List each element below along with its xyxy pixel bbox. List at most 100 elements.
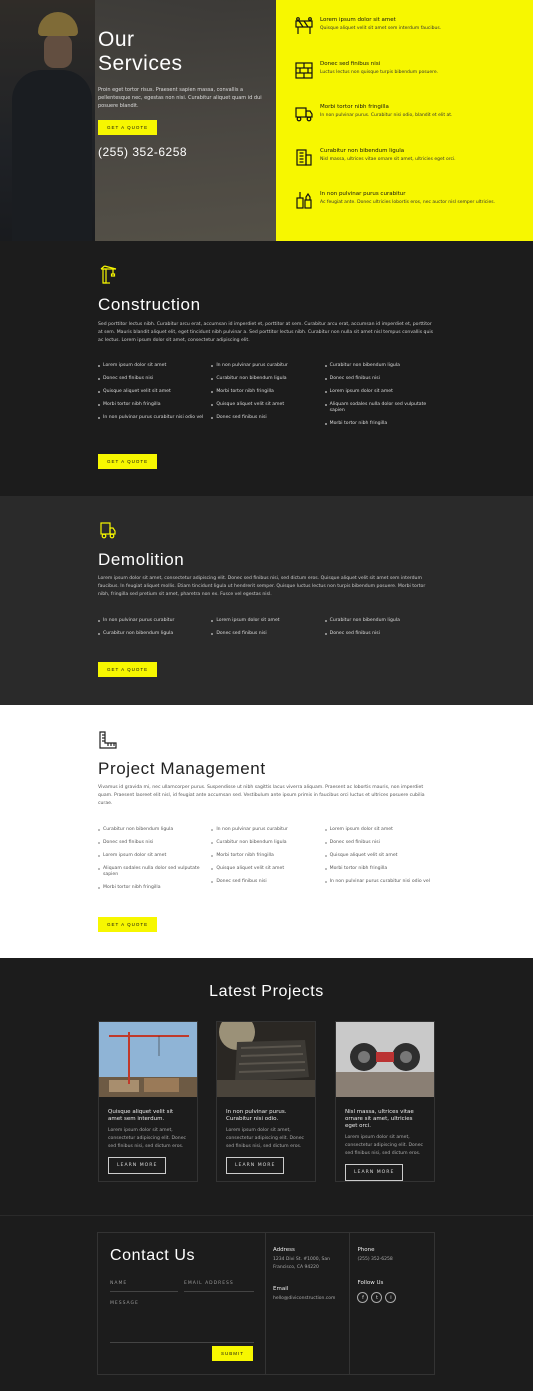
list-item: Aliquam sodales nulla dolor sed vulputat… <box>98 866 203 878</box>
project-card-desc: Lorem ipsum dolor sit amet, consectetur … <box>108 1128 187 1149</box>
excavator-track-photo <box>217 1014 315 1097</box>
learn-more-button[interactable]: LEARN MORE <box>226 1157 285 1174</box>
construction-section: Construction Sed porttitor lectus nibh. … <box>0 241 533 496</box>
contact-box: Contact Us NAME EMAIL ADDRESS MESSAGE SU… <box>97 1232 435 1375</box>
construction-title: Construction <box>98 295 201 314</box>
project-card[interactable]: Quisque aliquet velit sit amet sem inter… <box>98 1021 198 1182</box>
list-column: Lorem ipsum dolor sit amet Donec sed fini… <box>98 363 211 434</box>
hero-image-panel: Our Services Proin eget tortor risus. Pr… <box>0 0 276 241</box>
truck-icon <box>100 522 116 539</box>
get-quote-button[interactable]: GET A QUOTE <box>98 662 158 677</box>
list-column: Curabitur non bibendum ligula Donec sed f… <box>324 618 438 644</box>
service-desc: Luctus lectus non quisque turpis bibendu… <box>320 69 439 75</box>
project-card-title: In non pulvinar purus. Curabitur nisi od… <box>226 1109 287 1122</box>
service-item: Curabitur non bibendum ligula Nisl massa… <box>294 147 519 191</box>
list-item: Curabitur non bibendum ligula <box>98 827 203 833</box>
list-item: Donec sed finibus nisi <box>98 376 203 382</box>
list-item: Lorem ipsum dolor sit amet <box>98 853 203 859</box>
project-card-title: Nisl massa, ultrices vitae ornare sit am… <box>345 1109 414 1129</box>
demolition-section: Demolition Lorem ipsum dolor sit amet, c… <box>0 496 533 705</box>
project-card[interactable]: In non pulvinar purus. Curabitur nisi od… <box>216 1014 316 1182</box>
list-item: Donec sed finibus nisi <box>98 840 203 846</box>
service-title: Morbi tortor nibh fringilla <box>320 104 389 110</box>
service-title: Donec sed finibus nisi <box>320 60 381 67</box>
list-item: In non pulvinar purus curabitur <box>98 618 203 624</box>
list-item: Curabitur non bibendum ligula <box>98 631 203 637</box>
learn-more-button[interactable]: LEARN MORE <box>345 1164 404 1181</box>
get-quote-button[interactable]: GET A QUOTE <box>98 454 158 469</box>
project-card[interactable]: Nisl massa, ultrices vitae ornare sit am… <box>335 1021 435 1182</box>
service-item: Lorem ipsum dolor sit amet Quisque aliqu… <box>294 16 519 60</box>
contact-title: Contact Us <box>110 1247 196 1264</box>
machinery-photo <box>336 1022 434 1097</box>
facebook-icon[interactable]: f <box>357 1292 369 1303</box>
list-item: Morbi tortor nibh fringilla <box>211 853 316 859</box>
list-item: Morbi tortor nibh fringilla <box>211 389 316 395</box>
building-icon <box>296 148 312 166</box>
list-item: Donec sed finibus nisi <box>324 376 430 382</box>
list-item: Donec sed finibus nisi <box>324 631 430 637</box>
list-item: Donec sed finibus nisi <box>324 840 430 846</box>
list-item: In non pulvinar purus curabitur <box>211 827 316 833</box>
address-value: 1234 Divi St. #1000, San Francisco, CA 9… <box>272 1257 330 1270</box>
contact-info: Address 1234 Divi St. #1000, San Francis… <box>266 1233 351 1374</box>
list-item: In non pulvinar purus curabitur <box>211 363 316 369</box>
instagram-icon[interactable]: i <box>385 1292 397 1303</box>
list-item: Morbi tortor nibh fringilla <box>324 421 430 427</box>
project-management-title: Project Management <box>98 759 266 778</box>
name-field[interactable]: NAME <box>110 1281 178 1292</box>
service-desc: In non pulvinar purus. Curabitur nisi od… <box>320 113 453 118</box>
list-column: In non pulvinar purus curabitur Curabitur… <box>98 618 211 644</box>
social-links: f t i <box>357 1292 427 1303</box>
services-list: Lorem ipsum dolor sit amet Quisque aliqu… <box>276 0 533 241</box>
list-column: Curabitur non bibendum ligula Donec sed f… <box>324 363 438 434</box>
phone-label: Phone <box>357 1247 375 1253</box>
list-item: Donec sed finibus nisi <box>211 631 316 637</box>
hero-title: Our Services <box>98 28 183 75</box>
construction-lists: Lorem ipsum dolor sit amet Donec sed fini… <box>98 363 438 434</box>
email-link[interactable]: hello@diviconstruction.com <box>273 1295 343 1303</box>
list-item: Morbi tortor nibh fringilla <box>324 866 430 872</box>
list-item: Donec sed finibus nisi <box>211 415 316 421</box>
list-item: Curabitur non bibendum ligula <box>211 376 316 382</box>
service-item: Donec sed finibus nisi Luctus lectus non… <box>294 60 519 104</box>
demolition-lists: In non pulvinar purus curabitur Curabitur… <box>98 618 438 644</box>
latest-projects-title: Latest Projects <box>209 983 324 1000</box>
list-item: Morbi tortor nibh fringilla <box>98 402 203 408</box>
address-label: Address <box>272 1247 295 1253</box>
crane-icon <box>100 265 117 284</box>
list-item: Aliquam sodales nulla dolor sed vulputat… <box>324 402 430 414</box>
project-management-description: Vivamus id gravida mi, nec ullamcorper p… <box>98 785 425 806</box>
list-column: In non pulvinar purus curabitur Curabitur… <box>211 827 324 898</box>
service-desc: Ac feugiat ante. Donec ultricies loborti… <box>320 200 496 205</box>
service-title: Curabitur non bibendum ligula <box>320 147 405 154</box>
project-card-desc: Lorem ipsum dolor sit amet, consectetur … <box>345 1135 424 1156</box>
construction-description: Sed porttitor lectus nibh. Curabitur arc… <box>98 322 434 343</box>
service-title: Lorem ipsum dolor sit amet <box>320 17 396 23</box>
phone-value: (255) 352-6258 <box>357 1257 393 1262</box>
get-quote-button[interactable]: GET A QUOTE <box>98 120 158 135</box>
latest-projects-section: Latest Projects Quisque aliquet velit si… <box>0 958 533 1215</box>
get-quote-button[interactable]: GET A QUOTE <box>98 917 158 932</box>
list-column: Curabitur non bibendum ligula Donec sed f… <box>98 827 211 898</box>
email-field[interactable]: EMAIL ADDRESS <box>184 1281 254 1292</box>
list-item: Curabitur non bibendum ligula <box>211 840 316 846</box>
list-item: Quisque aliquet velit sit amet <box>211 866 316 872</box>
message-field[interactable]: MESSAGE <box>110 1301 254 1343</box>
service-title: In non pulvinar purus curabitur <box>320 191 406 197</box>
twitter-icon[interactable]: t <box>371 1292 383 1303</box>
list-item: Lorem ipsum dolor sit amet <box>324 389 430 395</box>
learn-more-button[interactable]: LEARN MORE <box>108 1157 167 1174</box>
brick-wall-icon <box>295 61 313 79</box>
submit-button[interactable]: SUBMIT <box>212 1346 254 1361</box>
contact-form: Contact Us NAME EMAIL ADDRESS MESSAGE SU… <box>98 1233 266 1374</box>
list-column: In non pulvinar purus curabitur Curabitur… <box>211 363 324 434</box>
paint-tools-icon <box>296 192 312 209</box>
list-item: Lorem ipsum dolor sit amet <box>211 618 316 624</box>
list-item: Lorem ipsum dolor sit amet <box>98 363 203 369</box>
list-item: Quisque aliquet velit sit amet <box>211 402 316 408</box>
contact-section: Contact Us NAME EMAIL ADDRESS MESSAGE SU… <box>0 1215 533 1391</box>
project-card-desc: Lorem ipsum dolor sit amet, consectetur … <box>226 1128 305 1149</box>
road-barrier-icon <box>295 17 313 34</box>
follow-label: Follow Us <box>357 1280 384 1286</box>
